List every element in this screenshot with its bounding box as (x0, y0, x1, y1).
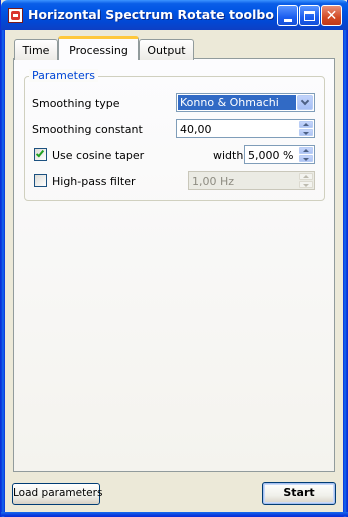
minimize-icon (283, 18, 292, 22)
load-parameters-button[interactable]: Load parameters (12, 483, 102, 505)
spin-down-icon (303, 184, 309, 187)
close-button[interactable]: ✕ (321, 5, 342, 26)
high-pass-spin-buttons (299, 173, 313, 188)
high-pass-checkbox[interactable] (34, 174, 47, 187)
smoothing-constant-input[interactable] (177, 120, 297, 137)
window-border-right (343, 30, 347, 517)
high-pass-up-button (299, 173, 313, 180)
smoothing-type-select[interactable]: Konno & Ohmachi (176, 93, 315, 112)
smoothing-type-value: Konno & Ohmachi (178, 95, 296, 110)
tab-output[interactable]: Output (139, 39, 194, 60)
spin-down-icon (303, 132, 309, 135)
high-pass-spinbox (188, 171, 315, 190)
parameters-group-title: Parameters (29, 69, 98, 82)
taper-width-label: width (213, 149, 244, 162)
smoothing-constant-down-button[interactable] (299, 129, 313, 136)
checkmark-icon (35, 148, 45, 158)
high-pass-down-button (299, 181, 313, 188)
window-title: Horizontal Spectrum Rotate toolbox - ... (28, 7, 274, 22)
chevron-down-icon (300, 96, 310, 106)
window-border-bottom (1, 512, 348, 516)
smoothing-constant-up-button[interactable] (299, 121, 313, 128)
spin-up-icon (303, 123, 309, 126)
cosine-taper-checkbox[interactable] (34, 148, 47, 161)
spin-up-icon (303, 175, 309, 178)
taper-width-spinbox[interactable] (244, 145, 315, 164)
start-button[interactable]: Start (262, 482, 336, 505)
smoothing-constant-spin-buttons (299, 121, 313, 136)
cosine-taper-label[interactable]: Use cosine taper (52, 149, 144, 162)
spin-down-icon (303, 158, 309, 161)
maximize-icon (304, 10, 315, 21)
taper-width-down-button[interactable] (299, 155, 313, 162)
minimize-button[interactable] (277, 5, 298, 26)
app-icon[interactable] (8, 8, 23, 23)
taper-width-up-button[interactable] (299, 147, 313, 154)
smoothing-constant-label: Smoothing constant (32, 123, 143, 136)
window-border-left (1, 30, 5, 517)
taper-width-spin-buttons (299, 147, 313, 162)
maximize-button[interactable] (299, 5, 320, 26)
close-icon: ✕ (325, 7, 338, 24)
smoothing-type-label: Smoothing type (32, 97, 120, 110)
tab-processing[interactable]: Processing (58, 36, 139, 60)
taper-width-input[interactable] (245, 146, 299, 163)
title-bar[interactable]: Horizontal Spectrum Rotate toolbox - ...… (1, 0, 348, 30)
high-pass-input (189, 172, 297, 189)
smoothing-type-dropdown-button[interactable] (297, 95, 313, 110)
spin-up-icon (303, 149, 309, 152)
main-window: Horizontal Spectrum Rotate toolbox - ...… (0, 0, 348, 517)
tab-time[interactable]: Time (14, 39, 58, 60)
high-pass-label[interactable]: High-pass filter (52, 175, 136, 188)
smoothing-constant-spinbox[interactable] (176, 119, 315, 138)
